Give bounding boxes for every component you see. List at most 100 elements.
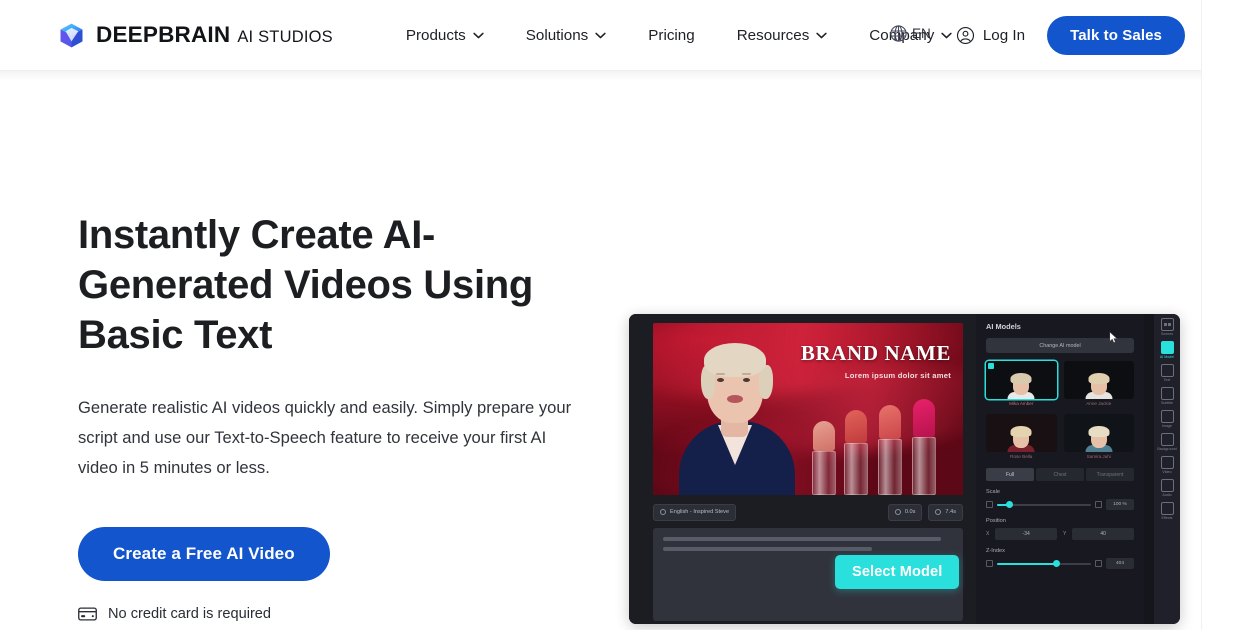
page-root: DEEPBRAIN AI STUDIOS Products Solutions … bbox=[0, 0, 1250, 630]
hero-subcopy: Generate realistic AI videos quickly and… bbox=[78, 398, 572, 477]
no-credit-card-note: No credit card is required bbox=[78, 606, 598, 622]
nav-item-pricing[interactable]: Pricing bbox=[627, 15, 715, 55]
voice-language-chip[interactable]: English - Inspired Steve bbox=[653, 503, 737, 521]
position-x-input[interactable]: -34 bbox=[995, 528, 1057, 540]
login-link[interactable]: Log In bbox=[956, 26, 1025, 45]
stage-toolbar: English - Inspired Steve 0.0s 7.4s bbox=[653, 501, 963, 523]
clock-icon bbox=[894, 509, 901, 515]
scale-control: Scale 100 % bbox=[986, 489, 1134, 510]
segment-full[interactable]: Full bbox=[986, 468, 1034, 481]
position-control: Position X -34 Y 40 bbox=[986, 518, 1134, 540]
brand-logo-link[interactable]: DEEPBRAIN AI STUDIOS bbox=[58, 22, 333, 49]
model-card-3[interactable]: Samira Juhi bbox=[1063, 414, 1134, 459]
position-y-key: Y bbox=[1063, 531, 1067, 537]
zindex-slider[interactable] bbox=[997, 560, 1091, 567]
zindex-reset-icon[interactable] bbox=[1095, 560, 1102, 567]
clock-icon bbox=[935, 509, 942, 515]
rail-label: Scenes bbox=[1161, 332, 1173, 336]
selected-badge-icon bbox=[988, 363, 994, 369]
model-name: Rose Bella bbox=[1010, 454, 1033, 459]
globe-icon bbox=[890, 25, 907, 42]
duration-chip[interactable]: 7.4s bbox=[928, 503, 963, 521]
video-icon bbox=[1160, 456, 1174, 469]
chevron-down-icon bbox=[816, 32, 827, 38]
rail-item-background[interactable]: Background bbox=[1155, 433, 1179, 451]
rail-item-video[interactable]: Video bbox=[1155, 456, 1179, 474]
duration-label: 7.4s bbox=[945, 509, 956, 515]
start-time-chip[interactable]: 0.0s bbox=[887, 503, 923, 521]
effects-icon bbox=[1160, 502, 1174, 515]
rail-item-ai-model[interactable]: AI Model bbox=[1155, 341, 1179, 359]
site-header: DEEPBRAIN AI STUDIOS Products Solutions … bbox=[0, 0, 1201, 71]
script-line bbox=[663, 547, 872, 551]
text-icon bbox=[1160, 364, 1174, 377]
cube-logo-icon bbox=[60, 23, 83, 47]
segment-transparent[interactable]: Transparent bbox=[1086, 468, 1134, 481]
nav-label: Solutions bbox=[525, 26, 589, 44]
stage-brand-text: BRAND NAME Lorem ipsum dolor sit amet bbox=[801, 343, 951, 381]
zindex-label: Z-Index bbox=[986, 548, 1005, 554]
page-right-gutter bbox=[1201, 0, 1250, 630]
lipstick-product-group bbox=[809, 397, 959, 495]
segment-chest[interactable]: Chest bbox=[1036, 468, 1084, 481]
user-circle-icon bbox=[956, 26, 974, 45]
model-grid: Mika Amber Anne Jackie Rose Bella Samira… bbox=[986, 361, 1134, 459]
model-card-0[interactable]: Mika Amber bbox=[986, 361, 1057, 406]
rail-item-text[interactable]: Text bbox=[1155, 364, 1179, 382]
nav-item-products[interactable]: Products bbox=[394, 15, 505, 55]
zindex-value[interactable]: 404 bbox=[1106, 558, 1134, 569]
model-card-2[interactable]: Rose Bella bbox=[986, 414, 1057, 459]
scale-lock-icon[interactable] bbox=[986, 501, 993, 508]
image-icon bbox=[1160, 410, 1174, 423]
model-name: Samira Juhi bbox=[1086, 454, 1111, 459]
rail-item-audio[interactable]: Audio bbox=[1155, 479, 1179, 497]
no-credit-card-label: No credit card is required bbox=[108, 606, 272, 622]
ai-models-panel: AI Models Change AI model Mika Amber Ann… bbox=[976, 314, 1144, 624]
ai-avatar bbox=[673, 330, 799, 495]
mouse-cursor-icon bbox=[1109, 331, 1118, 344]
nav-item-solutions[interactable]: Solutions bbox=[505, 15, 627, 55]
position-label: Position bbox=[986, 518, 1006, 524]
background-icon bbox=[1160, 433, 1174, 446]
voice-icon bbox=[660, 509, 666, 515]
editor-tool-rail: Scenes AI Model Text Subtitle Image Back… bbox=[1154, 314, 1180, 624]
panel-title: AI Models bbox=[986, 322, 1021, 331]
scale-reset-icon[interactable] bbox=[1095, 501, 1102, 508]
rail-label: Audio bbox=[1162, 493, 1172, 497]
nav-item-resources[interactable]: Resources bbox=[716, 15, 849, 55]
zindex-lock-icon[interactable] bbox=[986, 560, 993, 567]
rail-label: Subtitle bbox=[1161, 401, 1173, 405]
position-y-input[interactable]: 40 bbox=[1072, 528, 1134, 540]
rail-label: Text bbox=[1163, 378, 1171, 382]
talk-to-sales-button[interactable]: Talk to Sales bbox=[1047, 16, 1185, 55]
language-switcher[interactable]: EN bbox=[889, 24, 931, 43]
primary-nav: Products Solutions Pricing Resources Com… bbox=[394, 15, 973, 55]
brand-subname: AI STUDIOS bbox=[237, 28, 333, 46]
framing-segmented-control: Full Chest Transparent bbox=[986, 468, 1134, 481]
hero-copy: Instantly Create AI-Generated Videos Usi… bbox=[78, 210, 598, 622]
language-label: EN bbox=[912, 26, 931, 41]
hero-section: Instantly Create AI-Generated Videos Usi… bbox=[0, 71, 1201, 630]
scale-slider[interactable] bbox=[997, 501, 1091, 508]
nav-label: Resources bbox=[736, 26, 810, 44]
select-model-button[interactable]: Select Model bbox=[835, 555, 960, 589]
nav-label: Products bbox=[405, 26, 466, 44]
rail-item-subtitle[interactable]: Subtitle bbox=[1155, 387, 1179, 405]
subtitle-icon bbox=[1160, 387, 1174, 400]
chevron-down-icon bbox=[595, 32, 606, 38]
header-actions: Log In Talk to Sales bbox=[956, 0, 1185, 71]
rail-item-scenes[interactable]: Scenes bbox=[1155, 318, 1179, 336]
chevron-down-icon bbox=[473, 32, 484, 38]
brand-name: DEEPBRAIN bbox=[96, 22, 231, 47]
create-free-ai-video-button[interactable]: Create a Free AI Video bbox=[78, 527, 330, 581]
editor-canvas-area: BRAND NAME Lorem ipsum dolor sit amet En… bbox=[629, 314, 976, 624]
rail-item-image[interactable]: Image bbox=[1155, 410, 1179, 428]
script-line bbox=[663, 537, 942, 541]
rail-label: Video bbox=[1162, 470, 1172, 474]
model-card-1[interactable]: Anne Jackie bbox=[1063, 361, 1134, 406]
rail-label: Image bbox=[1162, 424, 1172, 428]
rail-label: Effects bbox=[1161, 516, 1173, 520]
scale-value[interactable]: 100 % bbox=[1106, 499, 1134, 510]
rail-item-effects[interactable]: Effects bbox=[1155, 502, 1179, 520]
login-label: Log In bbox=[982, 27, 1026, 44]
